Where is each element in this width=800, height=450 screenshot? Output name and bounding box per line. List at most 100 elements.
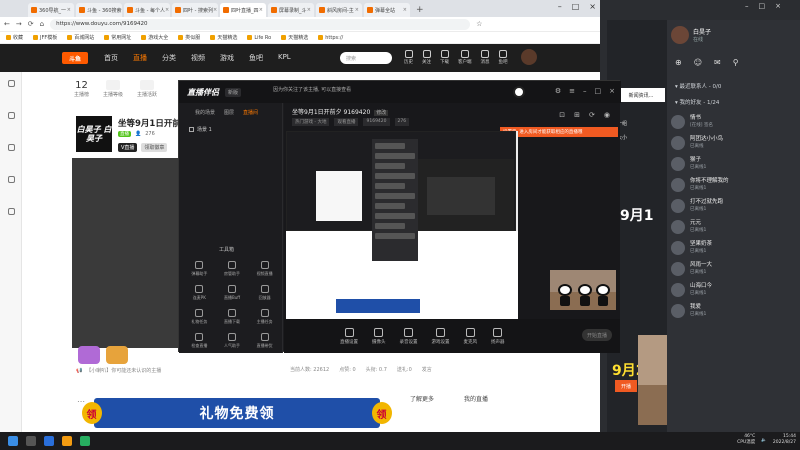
follow-button[interactable]: 关注 xyxy=(422,50,431,65)
yuba-button[interactable]: 鱼吧 xyxy=(499,50,508,65)
tool-item[interactable]: 视频直播 xyxy=(248,261,281,277)
sidebar-item[interactable] xyxy=(0,208,22,216)
close-icon[interactable]: × xyxy=(775,2,781,10)
follow-room-button[interactable]: V直播 xyxy=(118,143,138,152)
tab-layers[interactable]: 图层 xyxy=(224,109,234,116)
tool-item[interactable]: 直播下载 xyxy=(216,309,249,325)
site-search-input[interactable]: 搜索 xyxy=(340,52,392,64)
sidebar-item[interactable] xyxy=(0,80,22,88)
tab-room[interactable]: 直播间 xyxy=(243,109,258,116)
speaker-button[interactable]: 扬声器 xyxy=(491,327,505,345)
url-input[interactable]: https://www.douyu.com/9169420 xyxy=(50,18,471,30)
tool-item[interactable]: 弹幕助手 xyxy=(183,261,216,277)
nav-category[interactable]: 分类 xyxy=(162,53,176,63)
search-icon[interactable] xyxy=(26,436,36,446)
gift-icon[interactable] xyxy=(106,346,128,364)
go-live-button[interactable]: 开始直播 xyxy=(582,329,612,341)
gift-icon[interactable]: ⊞ xyxy=(574,111,580,119)
sidebar-item[interactable] xyxy=(0,144,22,152)
bookmark-item[interactable]: 游戏大全 xyxy=(141,34,168,41)
friend-row[interactable]: 我爱 已离线1 xyxy=(671,301,797,320)
download-button[interactable]: 下载 xyxy=(440,50,449,65)
close-icon[interactable]: × xyxy=(355,7,359,13)
client-button[interactable]: 客户端 xyxy=(458,50,472,65)
room-tag[interactable]: 观看直播 xyxy=(334,118,359,126)
stat-activity[interactable]: 主播活跃 xyxy=(137,80,157,98)
friend-row[interactable]: 风雨一大 已离线1 xyxy=(671,259,797,278)
close-icon[interactable]: × xyxy=(165,7,169,13)
checkbox-icon[interactable] xyxy=(189,127,194,132)
star-icon[interactable]: ☆ xyxy=(476,20,482,28)
close-icon[interactable]: × xyxy=(609,87,615,95)
tool-item[interactable]: 检查直播 xyxy=(183,333,216,349)
tool-item[interactable]: 主播任务 xyxy=(248,309,281,325)
bookmark-item[interactable]: 天猫精选 xyxy=(281,34,308,41)
nav-kpl[interactable]: KPL xyxy=(278,53,291,63)
sidebar-item[interactable] xyxy=(0,176,22,184)
chat-input[interactable]: 📢 【小喇叭】你可能还未认识的主播 xyxy=(76,366,326,375)
friend-row[interactable]: 你将不理解我的 已离线1 xyxy=(671,175,797,194)
tool-item[interactable]: 礼物任务 xyxy=(183,309,216,325)
edit-title-button[interactable]: 修改 xyxy=(374,110,389,116)
tab-my-scenes[interactable]: 我的场景 xyxy=(195,109,215,116)
browser-tab[interactable]: 弹幕全站 × xyxy=(364,3,410,17)
nav-video[interactable]: 视频 xyxy=(191,53,205,63)
menu-icon[interactable]: ≡ xyxy=(569,87,575,95)
volume-icon[interactable]: 🔈 xyxy=(761,438,767,443)
game-thumbnail-small[interactable] xyxy=(550,270,616,310)
tool-item[interactable]: 直播Buff xyxy=(216,285,249,301)
close-window-icon[interactable]: × xyxy=(589,2,596,11)
close-icon[interactable]: × xyxy=(259,7,263,13)
close-icon[interactable]: × xyxy=(67,7,71,13)
gift-icon[interactable] xyxy=(78,346,100,364)
tool-item[interactable]: 回放器 xyxy=(248,285,281,301)
folder-taskbar-icon[interactable] xyxy=(62,436,72,446)
douyu-logo[interactable]: 斗鱼 xyxy=(62,52,88,64)
mic-button[interactable]: 麦克风 xyxy=(464,327,477,345)
record-icon[interactable]: ◉ xyxy=(604,111,610,119)
tab-my-live[interactable]: 我的直播 xyxy=(464,394,488,403)
bookmark-item[interactable]: 天猫精选 xyxy=(210,34,237,41)
tool-item[interactable]: 人气助手 xyxy=(216,333,249,349)
app-taskbar-icon[interactable] xyxy=(80,436,90,446)
clock[interactable]: 15:44 2022/8/27 xyxy=(773,434,796,446)
reload-icon[interactable]: ⟳ xyxy=(28,20,34,28)
refresh-icon[interactable]: ⟳ xyxy=(589,111,595,119)
bookmark-item[interactable]: 百城网站 xyxy=(67,34,94,41)
tab-learn-more[interactable]: 了解更多 xyxy=(410,394,434,403)
browser-tab[interactable]: 斗鱼 - 每个人 × xyxy=(124,3,170,17)
close-icon[interactable]: × xyxy=(403,7,407,13)
browser-taskbar-icon[interactable] xyxy=(44,436,54,446)
news-card[interactable]: 新闻资讯... xyxy=(617,88,665,102)
message-icon[interactable]: ✉ xyxy=(714,58,721,67)
close-icon[interactable]: × xyxy=(213,7,217,13)
room-avatar[interactable]: 白昊子 白昊子 xyxy=(76,116,112,152)
browser-tab[interactable]: 四叶 - 搜索列 × xyxy=(172,3,218,17)
nav-game[interactable]: 游戏 xyxy=(220,53,234,63)
room-tag[interactable]: 热门游戏 - 大地 xyxy=(292,118,330,126)
maximize-icon[interactable]: □ xyxy=(572,2,580,11)
nav-home[interactable]: 首页 xyxy=(104,53,118,63)
home-icon[interactable]: ⌂ xyxy=(40,20,44,28)
video-player[interactable] xyxy=(72,158,182,348)
app-user-avatar[interactable] xyxy=(513,86,525,98)
my-status[interactable]: 在线 xyxy=(693,36,711,43)
settings-icon[interactable]: ⚙ xyxy=(555,87,561,95)
my-avatar[interactable] xyxy=(671,26,689,44)
browser-tab[interactable]: 斜风房间-主 × xyxy=(316,3,362,17)
add-friend-icon[interactable]: ⊕ xyxy=(675,58,682,67)
back-icon[interactable]: ← xyxy=(4,20,10,28)
sidebar-item[interactable] xyxy=(0,112,22,120)
bookmark-item[interactable]: 类似服 xyxy=(178,34,200,41)
badge-button[interactable]: 领取徽章 xyxy=(141,143,168,152)
maximize-icon[interactable]: □ xyxy=(595,87,602,95)
app-version[interactable]: 新版 xyxy=(225,87,242,97)
bookmark-item[interactable]: https:// xyxy=(318,35,343,41)
message-button[interactable]: 消息 xyxy=(481,50,490,65)
new-tab-button[interactable]: + xyxy=(416,3,424,17)
browser-tab-active[interactable]: 四叶直播_四 × xyxy=(220,3,266,17)
search-icon[interactable]: ⚲ xyxy=(733,58,739,67)
maximize-icon[interactable]: □ xyxy=(759,2,766,10)
bookmark-item[interactable]: Life Ro xyxy=(247,35,271,41)
close-icon[interactable]: × xyxy=(307,7,311,13)
